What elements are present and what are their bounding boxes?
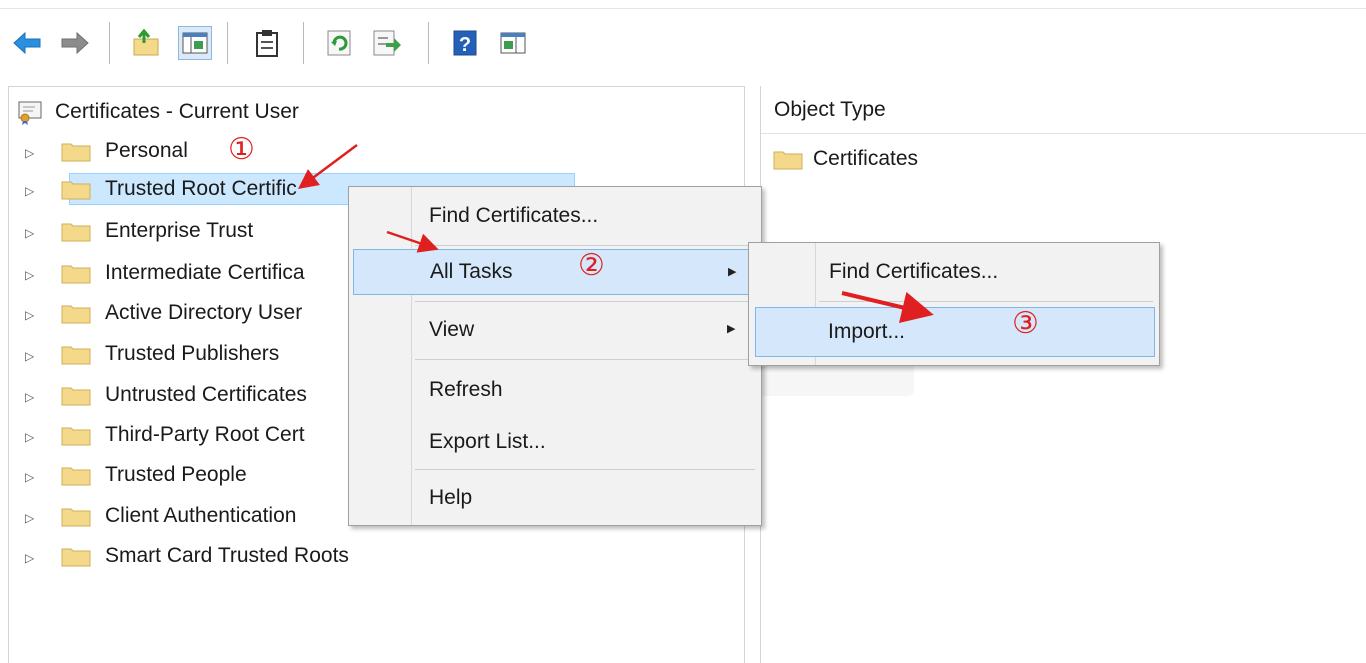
annotation-arrow-2 <box>386 230 439 253</box>
annotation-arrows <box>297 143 934 324</box>
annotation-arrow-1 <box>297 143 358 189</box>
annotation-arrow-3 <box>841 291 934 324</box>
